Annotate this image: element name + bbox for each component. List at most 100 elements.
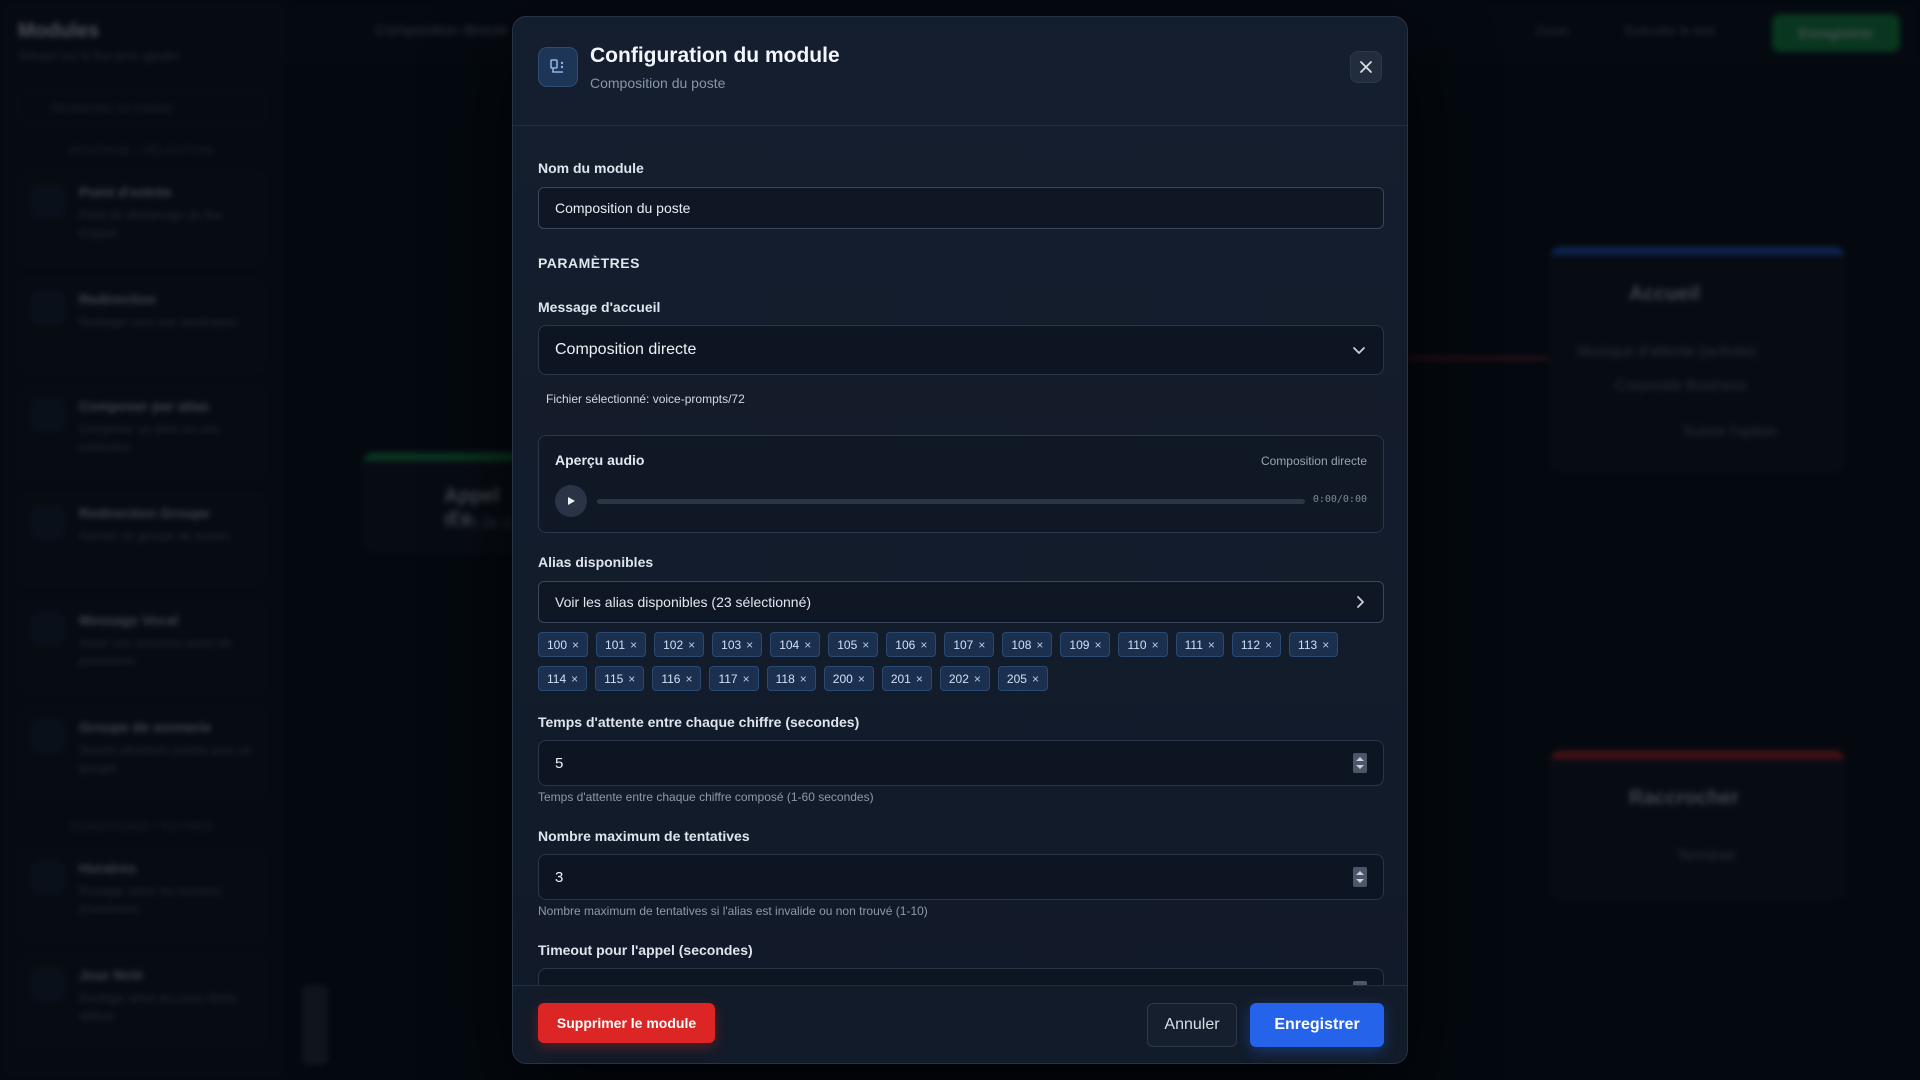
- cancel-button[interactable]: Annuler: [1147, 1003, 1237, 1047]
- alias-tag-label: 202: [948, 671, 969, 686]
- delete-module-button[interactable]: Supprimer le module: [538, 1003, 715, 1043]
- module-config-modal: Configuration du module Composition du p…: [512, 16, 1408, 1064]
- remove-tag-icon[interactable]: ×: [862, 638, 869, 652]
- wait-time-label: Temps d'attente entre chaque chiffre (se…: [538, 714, 860, 730]
- alias-tag[interactable]: 110 ×: [1118, 632, 1168, 657]
- remove-tag-icon[interactable]: ×: [628, 672, 635, 686]
- remove-tag-icon[interactable]: ×: [743, 672, 750, 686]
- remove-tag-icon[interactable]: ×: [1036, 638, 1043, 652]
- alias-tag[interactable]: 118 ×: [766, 666, 816, 691]
- wait-time-help: Temps d'attente entre chaque chiffre com…: [538, 790, 874, 804]
- alias-tag[interactable]: 101 ×: [596, 632, 647, 657]
- remove-tag-icon[interactable]: ×: [1265, 638, 1272, 652]
- alias-tag[interactable]: 115 ×: [595, 666, 645, 691]
- remove-tag-icon[interactable]: ×: [974, 672, 981, 686]
- alias-tag[interactable]: 114 ×: [538, 666, 588, 691]
- alias-tag[interactable]: 205 ×: [997, 666, 1048, 691]
- remove-tag-icon[interactable]: ×: [688, 638, 695, 652]
- params-section-title: PARAMÈTRES: [538, 255, 640, 271]
- alias-tag-label: 104: [779, 637, 800, 652]
- alias-tag[interactable]: 106 ×: [886, 632, 937, 657]
- view-aliases-label: Voir les alias disponibles (23 sélection…: [555, 594, 812, 610]
- module-name-label: Nom du module: [538, 160, 644, 176]
- welcome-message-value: Composition directe: [555, 341, 697, 358]
- alias-tag[interactable]: 112 ×: [1231, 632, 1282, 657]
- remove-tag-icon[interactable]: ×: [800, 672, 807, 686]
- audio-preview: Aperçu audio Composition directe 0:00/0:…: [538, 435, 1384, 533]
- max-retries-label: Nombre maximum de tentatives: [538, 828, 750, 844]
- alias-tag-label: 112: [1240, 637, 1261, 652]
- stepper-icon[interactable]: [1353, 753, 1367, 773]
- welcome-message-label: Message d'accueil: [538, 299, 661, 315]
- audio-source-label: Composition directe: [1260, 454, 1367, 468]
- play-button[interactable]: [555, 485, 587, 517]
- max-retries-input[interactable]: 3: [538, 854, 1384, 900]
- alias-tag-label: 114: [547, 671, 567, 686]
- alias-tag-label: 101: [605, 637, 626, 652]
- alias-tag-label: 117: [718, 671, 738, 686]
- modal-title: Configuration du module: [590, 44, 840, 67]
- remove-tag-icon[interactable]: ×: [1094, 638, 1101, 652]
- alias-tag[interactable]: 202 ×: [939, 666, 990, 691]
- alias-tag-label: 107: [953, 637, 974, 652]
- alias-tag-label: 118: [775, 671, 795, 686]
- alias-tag[interactable]: 111 ×: [1175, 632, 1224, 657]
- alias-tag-label: 103: [721, 637, 742, 652]
- alias-tag[interactable]: 117 ×: [709, 666, 759, 691]
- remove-tag-icon[interactable]: ×: [685, 672, 692, 686]
- remove-tag-icon[interactable]: ×: [630, 638, 637, 652]
- remove-tag-icon[interactable]: ×: [1208, 638, 1215, 652]
- alias-tag[interactable]: 116 ×: [652, 666, 702, 691]
- alias-tag-row: 114 × 115 × 116 × 117 × 118 × 200 × 201 × 202 × 205 ×: [538, 666, 1384, 691]
- chevron-down-icon: [1353, 347, 1365, 354]
- alias-tag[interactable]: 102 ×: [654, 632, 705, 657]
- alias-tag[interactable]: 105 ×: [828, 632, 879, 657]
- remove-tag-icon[interactable]: ×: [571, 672, 578, 686]
- alias-tag-label: 106: [895, 637, 916, 652]
- remove-tag-icon[interactable]: ×: [1032, 672, 1039, 686]
- module-name-input[interactable]: [538, 187, 1384, 229]
- remove-tag-icon[interactable]: ×: [920, 638, 927, 652]
- alias-tag[interactable]: 107 ×: [944, 632, 995, 657]
- alias-tag-label: 110: [1127, 637, 1147, 652]
- stepper-icon[interactable]: [1353, 867, 1367, 887]
- remove-tag-icon[interactable]: ×: [804, 638, 811, 652]
- alias-tag[interactable]: 108 ×: [1002, 632, 1053, 657]
- call-timeout-label: Timeout pour l'appel (secondes): [538, 942, 753, 958]
- remove-tag-icon[interactable]: ×: [978, 638, 985, 652]
- alias-tag-label: 205: [1006, 671, 1027, 686]
- alias-tag[interactable]: 200 ×: [823, 666, 874, 691]
- alias-tag[interactable]: 113 ×: [1289, 632, 1339, 657]
- alias-tag-label: 116: [661, 671, 681, 686]
- close-button[interactable]: [1350, 51, 1382, 83]
- wait-time-input[interactable]: 5: [538, 740, 1384, 786]
- wait-time-value: 5: [555, 754, 564, 772]
- alias-tag[interactable]: 109 ×: [1060, 632, 1111, 657]
- alias-tag-row: 100 × 101 × 102 × 103 × 104 × 105 × 106 × 107 × 108 × 109 ×…: [538, 632, 1384, 657]
- remove-tag-icon[interactable]: ×: [1152, 638, 1159, 652]
- alias-tag[interactable]: 100 ×: [538, 632, 589, 657]
- alias-tags: 100 × 101 × 102 × 103 × 104 × 105 × 106 × 107 × 108 × 109 ×…: [538, 632, 1384, 700]
- remove-tag-icon[interactable]: ×: [858, 672, 865, 686]
- modal-subtitle: Composition du poste: [590, 75, 726, 91]
- alias-tag-label: 108: [1011, 637, 1032, 652]
- remove-tag-icon[interactable]: ×: [572, 638, 579, 652]
- selected-file-info: Fichier sélectionné: voice-prompts/72: [538, 382, 1384, 416]
- alias-tag-label: 111: [1184, 637, 1203, 652]
- alias-tag-label: 100: [547, 637, 568, 652]
- remove-tag-icon[interactable]: ×: [746, 638, 753, 652]
- audio-progress-track[interactable]: [597, 499, 1305, 504]
- alias-tag-label: 102: [663, 637, 684, 652]
- aliases-label: Alias disponibles: [538, 554, 654, 570]
- remove-tag-icon[interactable]: ×: [916, 672, 923, 686]
- alias-tag[interactable]: 103 ×: [712, 632, 763, 657]
- view-aliases-button[interactable]: Voir les alias disponibles (23 sélection…: [538, 581, 1384, 623]
- save-button[interactable]: Enregistrer: [1250, 1003, 1384, 1047]
- alias-tag[interactable]: 104 ×: [770, 632, 821, 657]
- welcome-message-select[interactable]: Composition directe: [538, 325, 1384, 375]
- alias-tag-label: 115: [604, 671, 624, 686]
- modal-body[interactable]: Nom du module PARAMÈTRES Message d'accue…: [513, 127, 1407, 1003]
- remove-tag-icon[interactable]: ×: [1322, 638, 1329, 652]
- alias-tag[interactable]: 201 ×: [881, 666, 932, 691]
- alias-tag-label: 109: [1069, 637, 1090, 652]
